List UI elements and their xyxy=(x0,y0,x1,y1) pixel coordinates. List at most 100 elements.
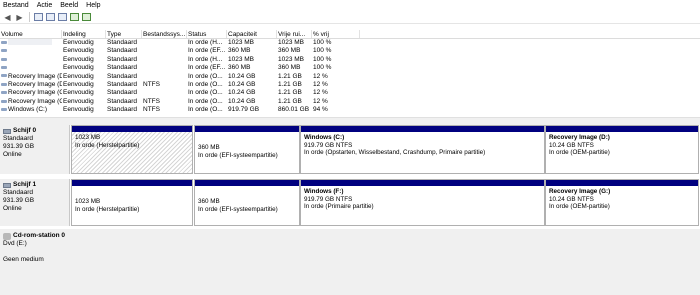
col-percent-vrij[interactable]: % vrij xyxy=(312,30,360,38)
table-row[interactable]: Eenvoudig Standaard In orde (EF... 360 MB 36… xyxy=(0,64,700,72)
volume-icon xyxy=(1,49,7,53)
volume-cell-pct: 100 % xyxy=(313,55,332,63)
refresh-icon[interactable] xyxy=(69,12,80,23)
volume-cell-fs xyxy=(142,73,187,81)
menu-beeld[interactable]: Beeld xyxy=(60,0,78,11)
volume-name: Windows (C:) xyxy=(8,106,48,114)
disk-0-size: 931.39 GB xyxy=(3,143,35,150)
menu-help[interactable]: Help xyxy=(86,0,100,11)
volume-icon xyxy=(1,57,7,61)
volume-cell-capacity: 10.24 GB xyxy=(228,89,256,97)
arrow-left-icon[interactable]: ◀ xyxy=(2,12,13,23)
partition-status: In orde (EFI-systeempartitie) xyxy=(198,151,278,159)
volume-cell-status: In orde (O... xyxy=(188,106,223,114)
col-status[interactable]: Status xyxy=(187,30,227,38)
volume-cell-layout: Eenvoudig xyxy=(63,106,94,114)
partition-name: Recovery Image (D:) xyxy=(549,134,610,141)
disk-0-partition-efi[interactable]: 360 MB In orde (EFI-systeempartitie) xyxy=(194,125,300,174)
table-row[interactable]: Eenvoudig Standaard In orde (H... 1023 MB 10… xyxy=(0,56,700,64)
console-tree-icon[interactable] xyxy=(33,12,44,23)
volume-cell-fs xyxy=(142,47,187,55)
volume-cell-pct: 100 % xyxy=(313,39,332,46)
volume-cell-pct: 100 % xyxy=(313,64,332,72)
export-icon[interactable] xyxy=(81,12,92,23)
volume-cell-type: Standaard xyxy=(107,47,137,55)
volume-cell-fs: NTFS xyxy=(143,80,160,88)
volume-cell-fs xyxy=(142,56,187,64)
disk-0-info[interactable]: Schijf 0 Standaard 931.39 GB Online xyxy=(0,125,70,174)
volume-cell-status: In orde (EF... xyxy=(188,47,226,55)
disk-0-state: Online xyxy=(3,151,22,158)
disk-0-partition-windows[interactable]: Windows (C:) 919.79 GB NTFS In orde (Ops… xyxy=(300,125,545,174)
volume-cell-type: Standaard xyxy=(107,106,137,114)
table-row[interactable]: Recovery Image (G:)Eenvoudig Standaard In … xyxy=(0,89,700,97)
volume-cell-free: 360 MB xyxy=(278,64,301,72)
table-row[interactable]: Eenvoudig Standaard In orde (H... 1023 MB 10… xyxy=(0,39,700,47)
disk-1-partition-windows[interactable]: Windows (F:) 919.79 GB NTFS In orde (Pri… xyxy=(300,179,545,226)
col-indeling[interactable]: Indeling xyxy=(62,30,106,38)
volume-cell-free: 1.21 GB xyxy=(278,80,302,88)
disk-0-partition-recovery[interactable]: 1023 MB In orde (Herstelpartitie) xyxy=(71,125,193,174)
properties-icon[interactable] xyxy=(57,12,68,23)
disk-1-partition-recovery[interactable]: 1023 MB In orde (Herstelpartitie) xyxy=(71,179,193,226)
partition-size: 10.24 GB NTFS xyxy=(549,195,594,203)
partition-name: Windows (F:) xyxy=(304,188,344,195)
disk-0-partitions: 1023 MB In orde (Herstelpartitie) 360 MB… xyxy=(70,125,700,174)
help-icon[interactable] xyxy=(45,12,56,23)
toolbar-separator xyxy=(29,12,30,22)
volume-name-cell xyxy=(0,47,62,55)
disk-1-info[interactable]: Schijf 1 Standaard 931.39 GB Online xyxy=(0,179,70,226)
volume-cell-status: In orde (O... xyxy=(188,72,223,80)
volume-name: Recovery Image (D:) xyxy=(8,80,62,88)
volume-cell-free: 360 MB xyxy=(278,47,301,55)
volume-rows: Eenvoudig Standaard In orde (H... 1023 MB 10… xyxy=(0,39,700,115)
volume-cell-fs xyxy=(142,39,187,47)
partition-size: 1023 MB xyxy=(75,134,101,141)
disk-1-partition-efi[interactable]: 360 MB In orde (EFI-systeempartitie) xyxy=(194,179,300,226)
disk-0-partition-recovery-image[interactable]: Recovery Image (D:) 10.24 GB NTFS In ord… xyxy=(545,125,699,174)
disk-0-title: Schijf 0 xyxy=(13,127,37,134)
volume-cell-free: 1023 MB xyxy=(278,55,305,63)
volume-cell-status: In orde (EF... xyxy=(188,64,226,72)
volume-name-cell: Recovery Image (G:) xyxy=(0,98,62,106)
volume-name-cell: Recovery Image (G:) xyxy=(0,89,62,97)
disk-1-partition-recovery-image[interactable]: Recovery Image (G:) 10.24 GB NTFS In ord… xyxy=(545,179,699,226)
volume-cell-type: Standaard xyxy=(107,64,137,72)
table-row[interactable]: Recovery Image (D:) Eenvoudig Standaard In … xyxy=(0,73,700,81)
cdrom-drive: Dvd (E:) xyxy=(3,240,27,247)
partition-status: In orde (OEM-partitie) xyxy=(549,203,610,210)
menu-actie[interactable]: Actie xyxy=(37,0,53,11)
arrow-right-icon[interactable]: ▶ xyxy=(14,12,25,23)
toolbar: ◀ ▶ xyxy=(0,11,700,24)
partition-name: Recovery Image (G:) xyxy=(549,188,611,195)
volume-cell-pct: 94 % xyxy=(313,106,328,114)
volume-cell-free: 1.21 GB xyxy=(278,72,302,80)
partition-status: In orde (Primaire partitie) xyxy=(304,203,374,210)
disk-0-row: Schijf 0 Standaard 931.39 GB Online 1023… xyxy=(0,125,700,174)
volume-name-cell: Windows (C:) xyxy=(0,106,62,114)
col-capaciteit[interactable]: Capaciteit xyxy=(227,30,277,38)
disk-1-title: Schijf 1 xyxy=(13,181,37,188)
table-row[interactable]: Windows (C:) Eenvoudig Standaard NTFS In ord… xyxy=(0,106,700,114)
partition-size: 360 MB xyxy=(198,144,220,151)
volume-icon xyxy=(1,99,7,103)
menu-bestand[interactable]: Bestand xyxy=(3,0,29,11)
table-row[interactable]: Recovery Image (D:) Eenvoudig Standaard NTF… xyxy=(0,81,700,89)
partition-status: In orde (OEM-partitie) xyxy=(549,149,610,156)
volume-cell-layout: Eenvoudig xyxy=(63,39,94,46)
volume-cell-capacity: 1023 MB xyxy=(228,55,255,63)
menu-bar: Bestand Actie Beeld Help xyxy=(0,0,700,11)
volume-cell-pct: 12 % xyxy=(313,72,328,80)
table-row[interactable]: Eenvoudig Standaard In orde (EF... 360 MB 36… xyxy=(0,47,700,55)
hard-disk-icon xyxy=(3,182,11,188)
col-type[interactable]: Type xyxy=(106,30,142,38)
volume-cell-free: 1.21 GB xyxy=(278,89,302,97)
cdrom-info[interactable]: Cd-rom-station 0 Dvd (E:) Geen medium xyxy=(0,229,70,295)
volume-cell-status: In orde (O... xyxy=(188,89,223,97)
col-volume[interactable]: Volume xyxy=(0,30,62,38)
table-row[interactable]: Recovery Image (G:)Eenvoudig Standaard NTF… xyxy=(0,98,700,106)
volume-name: Recovery Image (G:) xyxy=(8,89,62,97)
col-vrije-ruimte[interactable]: Vrije rui... xyxy=(277,30,312,38)
col-bestandssysteem[interactable]: Bestandssys... xyxy=(142,30,187,38)
partition-size: 919.79 GB NTFS xyxy=(304,141,353,149)
